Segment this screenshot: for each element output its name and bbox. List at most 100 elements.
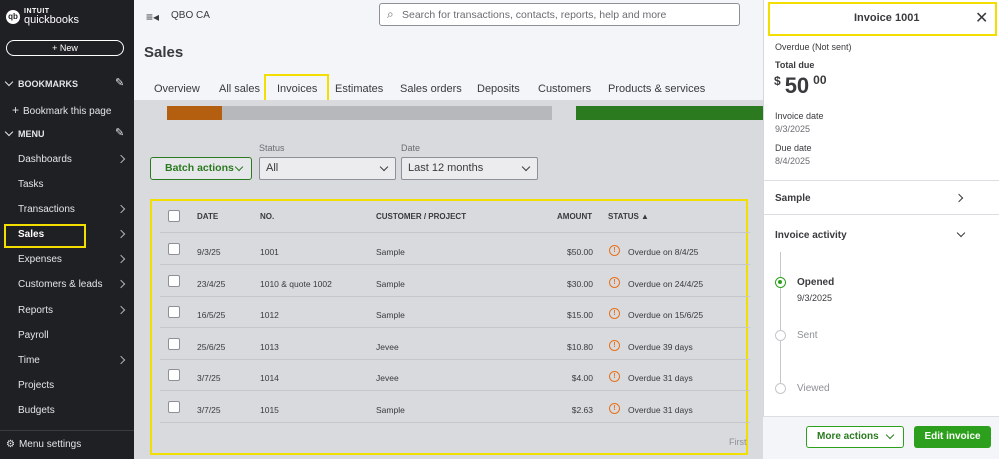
chevron-down-icon [379, 162, 389, 172]
row-number[interactable]: 1015 [260, 405, 279, 415]
sidebar-item-dashboards[interactable]: Dashboards [18, 154, 72, 165]
overdue-warning-icon: ! [609, 277, 620, 288]
overdue-warning-icon: ! [609, 371, 620, 382]
row-amount: $30.00 [567, 279, 593, 289]
row-status: Overdue 39 days [628, 342, 693, 352]
row-status: Overdue on 15/6/25 [628, 310, 704, 320]
sidebar-item-tasks[interactable]: Tasks [18, 179, 44, 190]
activity-viewed-label: Viewed [797, 383, 830, 394]
invoice-date-value: 9/3/2025 [775, 124, 811, 134]
row-checkbox[interactable] [168, 338, 180, 350]
status-filter-label: Status [259, 143, 285, 153]
new-button[interactable]: + New [6, 40, 124, 56]
pager-first[interactable]: First [729, 437, 747, 447]
tab-all-sales[interactable]: All sales [219, 83, 260, 95]
tab-overview[interactable]: Overview [154, 83, 200, 95]
menu-settings-label: Menu settings [18, 439, 82, 450]
row-status: Overdue 31 days [628, 405, 693, 415]
overdue-warning-icon: ! [609, 245, 620, 256]
opened-dot-icon [775, 277, 786, 288]
sidebar-item-projects[interactable]: Projects [18, 380, 54, 391]
tab-estimates[interactable]: Estimates [335, 83, 383, 95]
row-checkbox[interactable] [168, 306, 180, 318]
bookmarks-label: BOOKMARKS [18, 79, 78, 89]
tab-deposits[interactable]: Deposits [477, 83, 520, 95]
row-status: Overdue on 24/4/25 [628, 279, 704, 289]
row-status: Overdue on 8/4/25 [628, 247, 699, 257]
row-checkbox[interactable] [168, 275, 180, 287]
panel-title: Invoice 1001 [854, 12, 920, 24]
chevron-down-icon [885, 430, 895, 440]
invoice-activity-header[interactable]: Invoice activity [775, 230, 847, 241]
row-date: 16/5/25 [197, 310, 226, 320]
chevron-right-icon [116, 229, 126, 239]
sidebar-item-budgets[interactable]: Budgets [18, 405, 55, 416]
row-number[interactable]: 1014 [260, 373, 279, 383]
row-customer: Jevee [376, 373, 399, 383]
edit-invoice-button[interactable]: Edit invoice [914, 426, 991, 448]
tab-products-services[interactable]: Products & services [608, 83, 705, 95]
row-customer: Sample [376, 279, 405, 289]
sidebar-item-time[interactable]: Time [18, 355, 40, 366]
batch-actions-button[interactable]: Batch actions [150, 157, 252, 180]
invoice-status: Overdue (Not sent) [775, 42, 852, 52]
sidebar-item-transactions[interactable]: Transactions [18, 204, 75, 215]
menu-section[interactable]: MENU [4, 127, 45, 139]
sidebar-item-expenses[interactable]: Expenses [18, 254, 62, 265]
row-checkbox[interactable] [168, 401, 180, 413]
column-header-no[interactable]: NO. [260, 212, 274, 221]
money-bar-paid [576, 106, 764, 120]
column-header-status[interactable]: STATUS ▲ [608, 212, 649, 221]
chevron-right-icon [116, 254, 126, 264]
row-date: 9/3/25 [197, 247, 221, 257]
edit-menu-icon[interactable]: ✎ [115, 126, 124, 139]
bookmark-this-page-link[interactable]: + Bookmark this page [12, 103, 111, 117]
more-actions-button[interactable]: More actions [806, 426, 904, 448]
bookmark-page-label: Bookmark this page [23, 106, 112, 117]
status-filter-value: All [266, 162, 279, 174]
row-checkbox[interactable] [168, 369, 180, 381]
sales-highlight-box [4, 224, 86, 248]
row-number[interactable]: 1001 [260, 247, 279, 257]
search-input[interactable]: ⌕ Search for transactions, contacts, rep… [379, 3, 740, 26]
row-date: 25/6/25 [197, 342, 226, 352]
close-icon[interactable]: ✕ [975, 8, 988, 28]
collapse-menu-icon[interactable]: ≡◂ [146, 10, 159, 24]
total-due-amount: $50 00 [774, 73, 827, 99]
chevron-down-icon [234, 162, 244, 172]
column-header-customer[interactable]: CUSTOMER / PROJECT [376, 212, 466, 221]
panel-customer-link[interactable]: Sample [775, 193, 811, 204]
column-header-date[interactable]: DATE [197, 212, 218, 221]
chevron-right-icon [116, 154, 126, 164]
tab-customers[interactable]: Customers [538, 83, 591, 95]
sidebar-item-sales[interactable]: Sales [18, 229, 44, 240]
row-divider [160, 264, 750, 265]
sidebar-item-payroll[interactable]: Payroll [18, 330, 49, 341]
column-header-amount[interactable]: AMOUNT [557, 212, 592, 221]
company-name: QBO CA [171, 10, 210, 21]
row-number[interactable]: 1012 [260, 310, 279, 320]
search-placeholder: Search for transactions, contacts, repor… [402, 9, 667, 21]
menu-settings-link[interactable]: ⚙ Menu settings [6, 439, 81, 450]
status-filter-select[interactable]: All [259, 157, 396, 180]
date-filter-select[interactable]: Last 12 months [401, 157, 538, 180]
row-date: 3/7/25 [197, 373, 221, 383]
select-all-checkbox[interactable] [168, 210, 180, 222]
tab-invoices[interactable]: Invoices [277, 83, 317, 95]
sidebar-item-reports[interactable]: Reports [18, 305, 53, 316]
activity-sent-label: Sent [797, 330, 818, 341]
row-divider [160, 390, 750, 391]
sidebar-divider [0, 430, 134, 431]
money-bar-overdue [167, 106, 222, 120]
header-divider [160, 232, 750, 233]
tab-sales-orders[interactable]: Sales orders [400, 83, 462, 95]
row-checkbox[interactable] [168, 243, 180, 255]
row-number[interactable]: 1010 & quote 1002 [260, 279, 332, 289]
edit-bookmarks-icon[interactable]: ✎ [115, 76, 124, 89]
sidebar-item-customers-leads[interactable]: Customers & leads [18, 279, 102, 290]
bookmarks-section[interactable]: BOOKMARKS [4, 77, 78, 89]
page-title: Sales [144, 44, 184, 61]
row-number[interactable]: 1013 [260, 342, 279, 352]
chevron-right-icon [116, 279, 126, 289]
gear-icon: ⚙ [6, 439, 15, 450]
